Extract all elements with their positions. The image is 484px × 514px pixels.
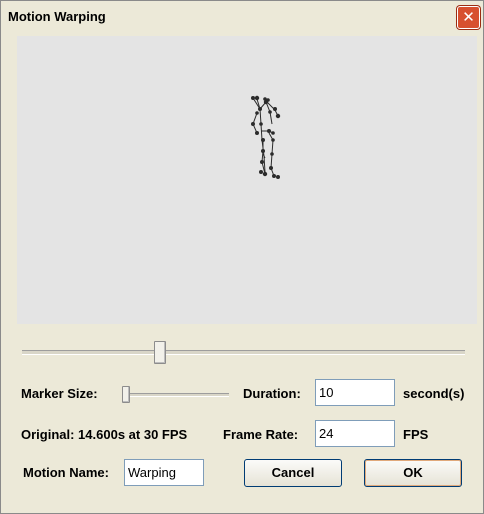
duration-input[interactable]	[315, 379, 395, 406]
ok-button[interactable]: OK	[364, 459, 462, 487]
title-bar: Motion Warping ✕	[1, 1, 483, 31]
motion-warping-dialog: Motion Warping ✕ Marker Size: Duration: …	[0, 0, 484, 514]
motion-name-input[interactable]	[124, 459, 204, 486]
window-title: Motion Warping	[8, 9, 106, 24]
original-info: Original: 14.600s at 30 FPS	[21, 427, 188, 442]
close-button[interactable]: ✕	[457, 6, 480, 29]
frame-rate-label: Frame Rate:	[223, 427, 299, 442]
motion-name-label: Motion Name:	[23, 465, 109, 480]
frame-rate-input[interactable]	[315, 420, 395, 447]
duration-label: Duration:	[243, 386, 301, 401]
cancel-button[interactable]: Cancel	[244, 459, 342, 487]
skeleton-figure	[251, 95, 281, 179]
frame-rate-unit: FPS	[403, 427, 429, 442]
close-icon: ✕	[462, 8, 475, 26]
marker-size-label: Marker Size:	[21, 386, 98, 401]
marker-size-slider-thumb[interactable]	[122, 386, 130, 403]
duration-unit: second(s)	[403, 386, 465, 401]
timeline-slider-thumb[interactable]	[154, 341, 166, 364]
timeline-slider-track[interactable]	[22, 350, 465, 355]
motion-preview-viewport[interactable]	[17, 36, 477, 324]
marker-size-slider-track[interactable]	[123, 393, 229, 397]
